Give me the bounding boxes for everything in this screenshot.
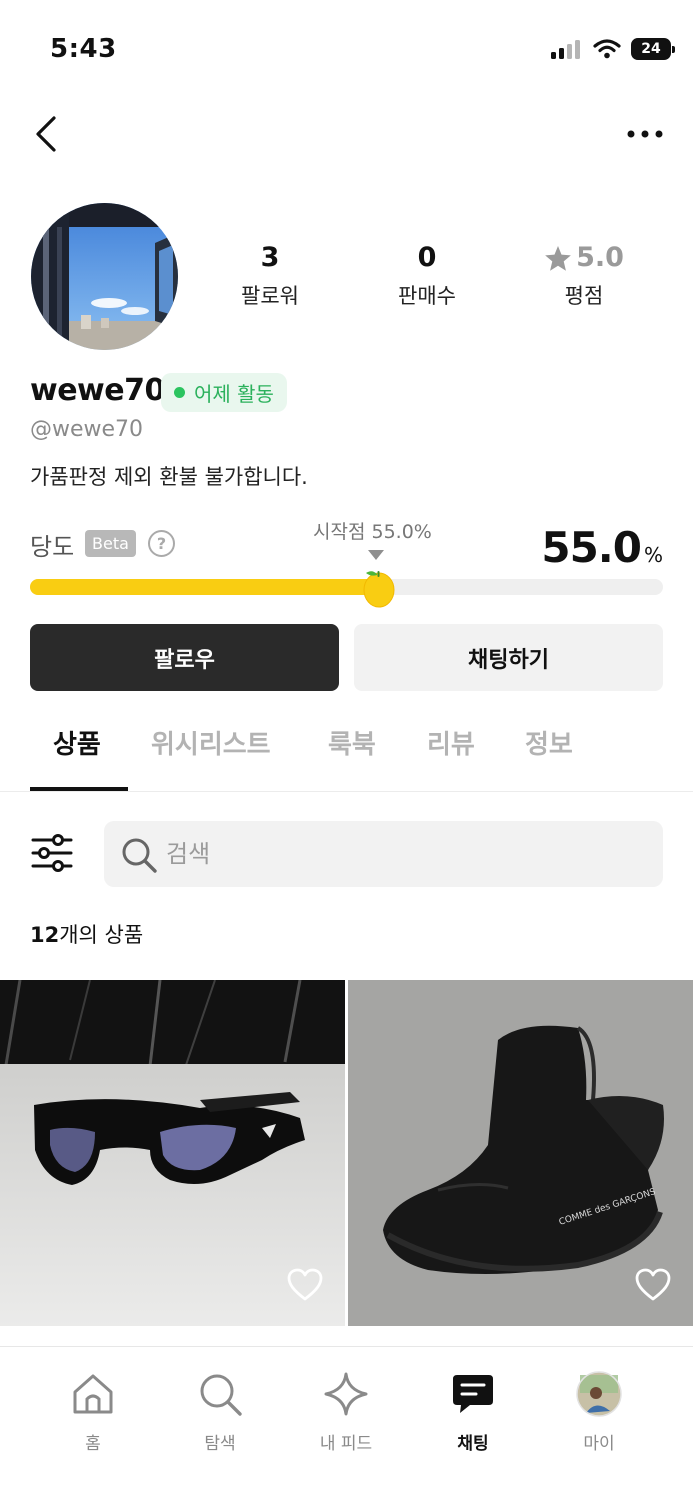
back-arrow-icon[interactable] (28, 112, 68, 156)
sweetness-unit: % (643, 543, 663, 567)
help-icon[interactable]: ? (148, 530, 175, 557)
activity-status-badge: 어제 활동 (161, 373, 287, 412)
follow-button[interactable]: 팔로우 (30, 624, 339, 691)
search-box (104, 821, 663, 887)
profile-avatar[interactable] (31, 203, 178, 350)
stat-sales: 0 판매수 (357, 240, 497, 310)
home-icon (73, 1374, 113, 1414)
more-options-icon[interactable] (625, 116, 665, 152)
rating-label: 평점 (564, 284, 604, 308)
wifi-icon (593, 39, 621, 59)
rating-value-wrap: 5.0 (514, 240, 654, 276)
chat-icon (453, 1375, 493, 1413)
tab-reviews[interactable]: 리뷰 (427, 724, 475, 761)
user-handle: @wewe70 (30, 417, 144, 442)
battery-level: 24 (641, 41, 661, 57)
heart-icon[interactable] (287, 1268, 323, 1302)
avatar-photo (31, 203, 178, 350)
profile-tabs: 상품 위시리스트 룩북 리뷰 정보 (0, 710, 693, 792)
profile-stats: 3 팔로워 0 판매수 5.0 평점 (190, 240, 690, 320)
tab-products[interactable]: 상품 (53, 724, 101, 761)
nav-explore[interactable]: 탐색 (170, 1371, 270, 1454)
profile-actions: 팔로우 채팅하기 (30, 624, 663, 691)
lemon-icon (363, 571, 395, 608)
stat-followers[interactable]: 3 팔로워 (200, 240, 340, 310)
nav-chat-label: 채팅 (457, 1434, 489, 1454)
sales-label: 판매수 (398, 284, 456, 308)
filter-icon[interactable] (30, 833, 74, 873)
nav-chat[interactable]: 채팅 (423, 1371, 523, 1454)
sweetness-progress-fill (30, 579, 378, 595)
status-bar: 5:43 24 (0, 0, 693, 100)
stat-rating[interactable]: 5.0 평점 (514, 240, 654, 310)
sparkle-icon (324, 1372, 368, 1416)
product-grid: COMME des GARÇONS (0, 980, 693, 1326)
sweetness-label: 당도 (30, 533, 75, 561)
profile-avatar-icon (576, 1371, 622, 1417)
start-point-marker-icon (368, 550, 384, 560)
nav-explore-label: 탐색 (204, 1434, 236, 1454)
product-card[interactable]: COMME des GARÇONS (348, 980, 693, 1326)
nav-home[interactable]: 홈 (43, 1371, 143, 1454)
status-icons: 24 (551, 38, 675, 60)
activity-status-text: 어제 활동 (194, 382, 274, 406)
rating-value: 5.0 (576, 242, 624, 273)
search-icon (122, 838, 157, 873)
followers-label: 팔로워 (241, 284, 299, 308)
nav-my-feed-label: 내 피드 (319, 1434, 373, 1454)
followers-count: 3 (260, 242, 280, 273)
bottom-navigation: 홈 탐색 내 피드 채팅 마이 (0, 1346, 693, 1500)
heart-icon[interactable] (635, 1268, 671, 1302)
active-tab-indicator (30, 787, 128, 791)
battery-icon: 24 (631, 38, 675, 60)
sweetness-meter: 당도 Beta ? 시작점 55.0% 55.0% (30, 515, 663, 625)
tab-lookbook[interactable]: 룩북 (328, 724, 376, 761)
sales-count: 0 (417, 242, 437, 273)
status-time: 5:43 (50, 34, 117, 64)
product-count-suffix: 개의 상품 (59, 923, 144, 947)
nav-my-label: 마이 (583, 1434, 615, 1454)
start-point-label: 시작점 55.0% (313, 521, 432, 543)
nav-home-label: 홈 (85, 1434, 101, 1454)
signal-icon (551, 40, 580, 59)
search-input[interactable] (166, 821, 646, 887)
top-navigation (0, 100, 693, 166)
tab-info[interactable]: 정보 (525, 724, 573, 761)
sweetness-value: 55.0 (541, 523, 642, 572)
search-icon (200, 1374, 242, 1416)
star-icon (545, 245, 571, 271)
beta-badge: Beta (85, 530, 136, 557)
sweetness-progress-track (30, 579, 663, 595)
chat-button[interactable]: 채팅하기 (354, 624, 663, 691)
nav-my[interactable]: 마이 (549, 1371, 649, 1454)
product-card[interactable] (0, 980, 345, 1326)
nav-my-feed[interactable]: 내 피드 (296, 1371, 396, 1454)
product-count: 12개의 상품 (30, 919, 143, 949)
sweetness-value-wrap: 55.0% (541, 523, 663, 572)
activity-dot-icon (174, 387, 185, 398)
product-count-number: 12 (30, 923, 60, 947)
username: wewe70 (30, 373, 165, 408)
profile-bio: 가품판정 제외 환불 불가합니다. (30, 465, 308, 489)
tab-wishlist[interactable]: 위시리스트 (151, 724, 271, 761)
